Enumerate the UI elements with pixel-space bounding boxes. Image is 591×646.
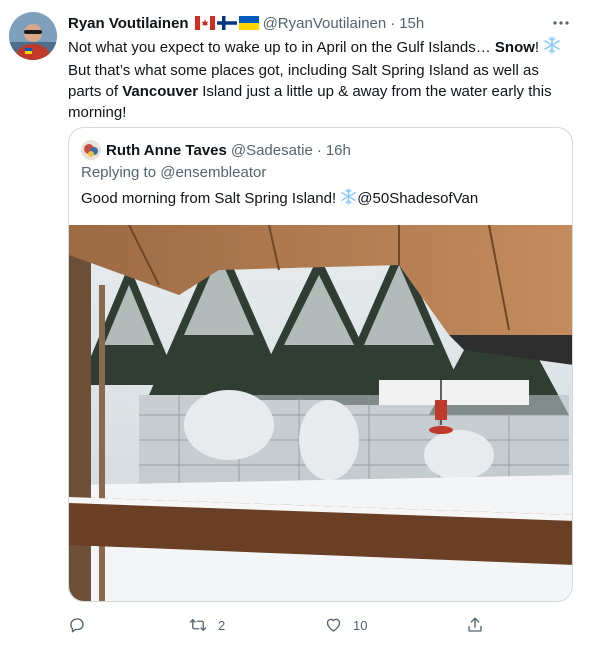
- heart-icon: [326, 618, 341, 632]
- tweet-text-line4: morning!: [68, 104, 127, 121]
- tweet-text-line1: Not what you expect to wake up to in Apr…: [68, 39, 495, 56]
- quoted-avatar[interactable]: [81, 140, 101, 160]
- flag-emojis: [194, 16, 259, 30]
- tweet-text-punct: !: [534, 39, 544, 56]
- retweet-count: 2: [218, 617, 226, 633]
- more-options-icon[interactable]: [551, 12, 571, 34]
- quoted-text: Good morning from Salt Spring Island! @5…: [81, 188, 478, 209]
- quoted-author-name[interactable]: Ruth Anne Taves: [106, 142, 227, 159]
- quoted-author-handle[interactable]: @Sadesatie: [231, 142, 313, 159]
- reply-icon: [70, 618, 84, 633]
- retweet-button[interactable]: 2: [188, 616, 324, 634]
- like-button[interactable]: 10: [324, 616, 466, 634]
- tweet-actions: 2 10: [68, 612, 498, 638]
- author-handle[interactable]: @RyanVoutilainen: [263, 15, 387, 32]
- share-icon: [468, 617, 482, 632]
- tweet-text-line3b: Island just a little up & away from the …: [198, 83, 552, 100]
- snowflake-icon: [543, 36, 561, 60]
- share-button[interactable]: [466, 616, 484, 634]
- flag-ukraine-icon: [238, 16, 259, 30]
- author-name[interactable]: Ryan Voutilainen: [68, 15, 189, 32]
- quoted-header: Ruth Anne Taves @Sadesatie · 16h: [81, 140, 351, 160]
- snow-garden-photo[interactable]: [69, 225, 573, 602]
- tweet-text-line3a: parts of: [68, 83, 123, 100]
- quoted-mention[interactable]: @50ShadesofVan: [357, 190, 478, 207]
- tweet-text-line2: But that’s what some places got, includi…: [68, 62, 539, 79]
- flag-canada-icon: [194, 16, 215, 30]
- separator-dot: ·: [390, 14, 396, 32]
- snowflake-icon: [340, 188, 357, 209]
- quoted-tweet[interactable]: Ruth Anne Taves @Sadesatie · 16h Replyin…: [68, 127, 573, 602]
- tweet: Ryan Voutilainen @RyanVoutilainen · 15h …: [0, 0, 591, 646]
- tweet-header: Ryan Voutilainen @RyanVoutilainen · 15h: [68, 12, 571, 34]
- timestamp[interactable]: 15h: [399, 15, 424, 32]
- flag-finland-icon: [216, 16, 237, 30]
- tweet-text-snow: Snow: [494, 39, 535, 56]
- tweet-text-vancouver: Vancouver: [122, 83, 199, 100]
- tweet-text: Not what you expect to wake up to in Apr…: [68, 36, 568, 123]
- quoted-text-main: Good morning from Salt Spring Island!: [81, 190, 341, 207]
- retweet-icon: [189, 619, 207, 631]
- quoted-timestamp[interactable]: 16h: [326, 142, 351, 159]
- replying-to[interactable]: Replying to @ensembleator: [81, 164, 266, 181]
- avatar[interactable]: [9, 12, 57, 60]
- quoted-separator: ·: [316, 141, 322, 159]
- reply-button[interactable]: [68, 616, 188, 634]
- like-count: 10: [353, 617, 368, 633]
